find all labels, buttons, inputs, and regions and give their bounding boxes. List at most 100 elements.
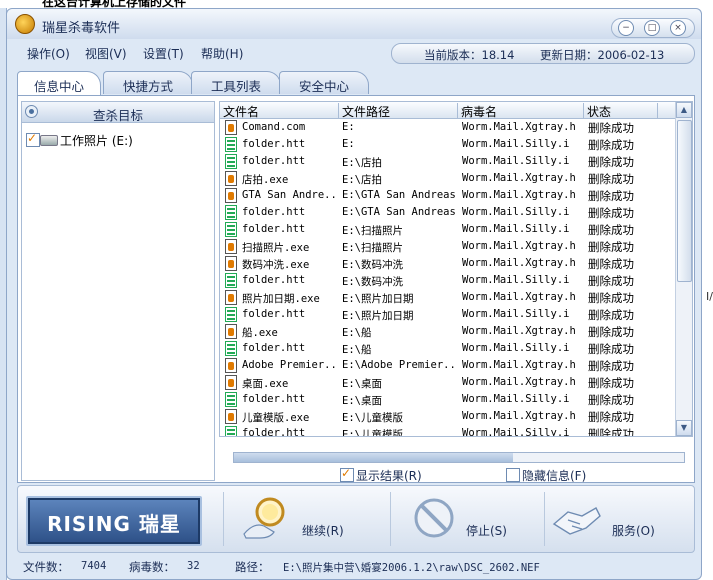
exe-file-icon: [225, 409, 237, 424]
tab-label: 工具列表: [210, 79, 261, 94]
cell-filename: Comand.com: [242, 121, 306, 133]
table-row[interactable]: folder.htt E:\照片加日期 Worm.Mail.Silly.i 删除成功: [220, 306, 675, 323]
tab-security[interactable]: 安全中心: [279, 71, 369, 94]
htt-file-icon: [225, 392, 237, 407]
table-row[interactable]: Adobe Premier... E:\Adobe Premier... Worm.…: [220, 357, 675, 374]
title-bar[interactable]: 瑞星杀毒软件 − □ ×: [7, 9, 701, 39]
cell-filename: folder.htt: [242, 308, 306, 320]
scroll-down-arrow-icon[interactable]: ▼: [676, 420, 692, 436]
stop-button[interactable]: 停止(S): [410, 492, 540, 546]
results-table: 文件名 文件路径 病毒名 状态 Comand.com E: Worm.Mail.Xg…: [219, 101, 693, 437]
drive-label: 工作照片 (E:): [60, 134, 133, 148]
htt-file-icon: [225, 426, 237, 436]
cell-status: 删除成功: [588, 223, 634, 237]
toolbar-divider: [390, 492, 391, 546]
lion-logo-icon: [15, 14, 35, 34]
maximize-button[interactable]: □: [644, 20, 660, 36]
drive-checkbox[interactable]: [26, 131, 40, 147]
tab-tools[interactable]: 工具列表: [191, 71, 281, 94]
tab-info-center[interactable]: 信息中心: [17, 71, 101, 96]
cell-virus-name: Worm.Mail.Xgtray.h: [462, 257, 576, 269]
cell-filename: folder.htt: [242, 427, 306, 437]
cell-path: E:\儿童模版: [342, 412, 403, 424]
show-results-checkbox[interactable]: [340, 466, 354, 482]
cell-path: E:\Adobe Premier...: [342, 359, 456, 371]
table-row[interactable]: 数码冲洗.exe E:\数码冲洗 Worm.Mail.Xgtray.h 删除成功: [220, 255, 675, 272]
cell-virus-name: Worm.Mail.Xgtray.h: [462, 189, 576, 201]
cell-status: 删除成功: [588, 291, 634, 305]
cell-path: E:\照片加日期: [342, 310, 414, 322]
table-row[interactable]: 店拍.exe E:\店拍 Worm.Mail.Xgtray.h 删除成功: [220, 170, 675, 187]
menu-view[interactable]: 视图(V): [85, 45, 127, 62]
table-row[interactable]: 扫描照片.exe E:\扫描照片 Worm.Mail.Xgtray.h 删除成功: [220, 238, 675, 255]
col-header-filename[interactable]: 文件名: [220, 103, 339, 119]
current-path: E:\照片集中营\婚宴2006.1.2\raw\DSC_2602.NEF: [283, 562, 540, 574]
cell-status: 删除成功: [588, 172, 634, 186]
continue-label: 继续(R): [302, 524, 344, 538]
cell-virus-name: Worm.Mail.Silly.i: [462, 206, 570, 218]
tab-shortcuts[interactable]: 快捷方式: [103, 71, 193, 94]
cell-filename: folder.htt: [242, 223, 306, 235]
cell-path: E:: [342, 138, 355, 150]
virus-count-label: 病毒数：: [129, 560, 175, 574]
background-edge-text: I/: [706, 290, 713, 303]
table-header: 文件名 文件路径 病毒名 状态: [220, 102, 675, 119]
cell-path: E:\数码冲洗: [342, 276, 403, 288]
rising-logo-text: RISING 瑞星: [47, 512, 181, 536]
stop-label: 停止(S): [466, 524, 507, 538]
table-scrollbar[interactable]: ▲ ▼: [675, 102, 692, 436]
table-row[interactable]: 照片加日期.exe E:\照片加日期 Worm.Mail.Xgtray.h 删除成功: [220, 289, 675, 306]
scroll-thumb[interactable]: [677, 120, 692, 282]
tab-label: 快捷方式: [122, 79, 173, 94]
rising-logo: RISING 瑞星: [26, 496, 202, 546]
scan-progress-fill: [234, 453, 513, 462]
antivirus-window: 瑞星杀毒软件 − □ × 操作(O) 视图(V) 设置(T) 帮助(H) 当前版…: [6, 8, 702, 580]
table-row[interactable]: folder.htt E:\桌面 Worm.Mail.Silly.i 删除成功: [220, 391, 675, 408]
scroll-up-arrow-icon[interactable]: ▲: [676, 102, 692, 118]
cell-path: E:\扫描照片: [342, 242, 403, 254]
menu-operate[interactable]: 操作(O): [27, 45, 70, 62]
table-row[interactable]: folder.htt E:\扫描照片 Worm.Mail.Silly.i 删除成功: [220, 221, 675, 238]
table-row[interactable]: folder.htt E:\店拍 Worm.Mail.Silly.i 删除成功: [220, 153, 675, 170]
table-row[interactable]: 船.exe E:\船 Worm.Mail.Xgtray.h 删除成功: [220, 323, 675, 340]
table-row[interactable]: folder.htt E:\GTA San Andreas Worm.Mail.Si…: [220, 204, 675, 221]
table-row[interactable]: 儿童模版.exe E:\儿童模版 Worm.Mail.Xgtray.h 删除成功: [220, 408, 675, 425]
col-header-path[interactable]: 文件路径: [339, 103, 458, 119]
cell-path: E:\船: [342, 344, 372, 356]
cell-virus-name: Worm.Mail.Xgtray.h: [462, 291, 576, 303]
table-row[interactable]: 桌面.exe E:\桌面 Worm.Mail.Xgtray.h 删除成功: [220, 374, 675, 391]
cell-filename: folder.htt: [242, 206, 306, 218]
table-row[interactable]: GTA San Andre... E:\GTA San Andreas Worm.M…: [220, 187, 675, 204]
action-toolbar: RISING 瑞星 继续(R) 停止(S) 服务(O): [17, 485, 695, 553]
cell-path: E:\数码冲洗: [342, 259, 403, 271]
virus-count-value: 32: [187, 560, 200, 572]
menu-help[interactable]: 帮助(H): [201, 45, 243, 62]
table-row[interactable]: folder.htt E: Worm.Mail.Silly.i 删除成功: [220, 136, 675, 153]
hide-info-label: 隐藏信息(F): [522, 469, 587, 483]
scan-target-pane: 查杀目标 工作照片 (E:): [21, 101, 215, 481]
table-row[interactable]: folder.htt E:\数码冲洗 Worm.Mail.Silly.i 删除成功: [220, 272, 675, 289]
table-row[interactable]: Comand.com E: Worm.Mail.Xgtray.h 删除成功: [220, 119, 675, 136]
cell-status: 删除成功: [588, 308, 634, 322]
cell-status: 删除成功: [588, 376, 634, 390]
cell-virus-name: Worm.Mail.Silly.i: [462, 342, 570, 354]
cell-status: 删除成功: [588, 274, 634, 288]
cell-filename: 儿童模版.exe: [242, 412, 310, 424]
table-row[interactable]: folder.htt E:\船 Worm.Mail.Silly.i 删除成功: [220, 340, 675, 357]
scan-target-header[interactable]: 查杀目标: [22, 102, 214, 123]
info-center-panel: 查杀目标 工作照片 (E:) 文件名 文件路径 病毒名 状态 Comand.co…: [17, 95, 695, 483]
col-header-status[interactable]: 状态: [584, 103, 658, 119]
cell-path: E:\扫描照片: [342, 225, 403, 237]
cell-filename: Adobe Premier...: [242, 359, 338, 371]
minimize-button[interactable]: −: [618, 20, 634, 36]
menu-settings[interactable]: 设置(T): [143, 45, 184, 62]
cell-status: 删除成功: [588, 342, 634, 356]
col-header-virus[interactable]: 病毒名: [458, 103, 584, 119]
cell-status: 删除成功: [588, 393, 634, 407]
table-row[interactable]: folder.htt E:\儿童模版 Worm.Mail.Silly.i 删除成功: [220, 425, 675, 437]
close-button[interactable]: ×: [670, 20, 686, 36]
continue-button[interactable]: 继续(R): [240, 492, 370, 546]
service-button[interactable]: 服务(O): [550, 492, 690, 546]
cell-status: 删除成功: [588, 427, 634, 437]
hide-info-checkbox[interactable]: [506, 468, 520, 482]
